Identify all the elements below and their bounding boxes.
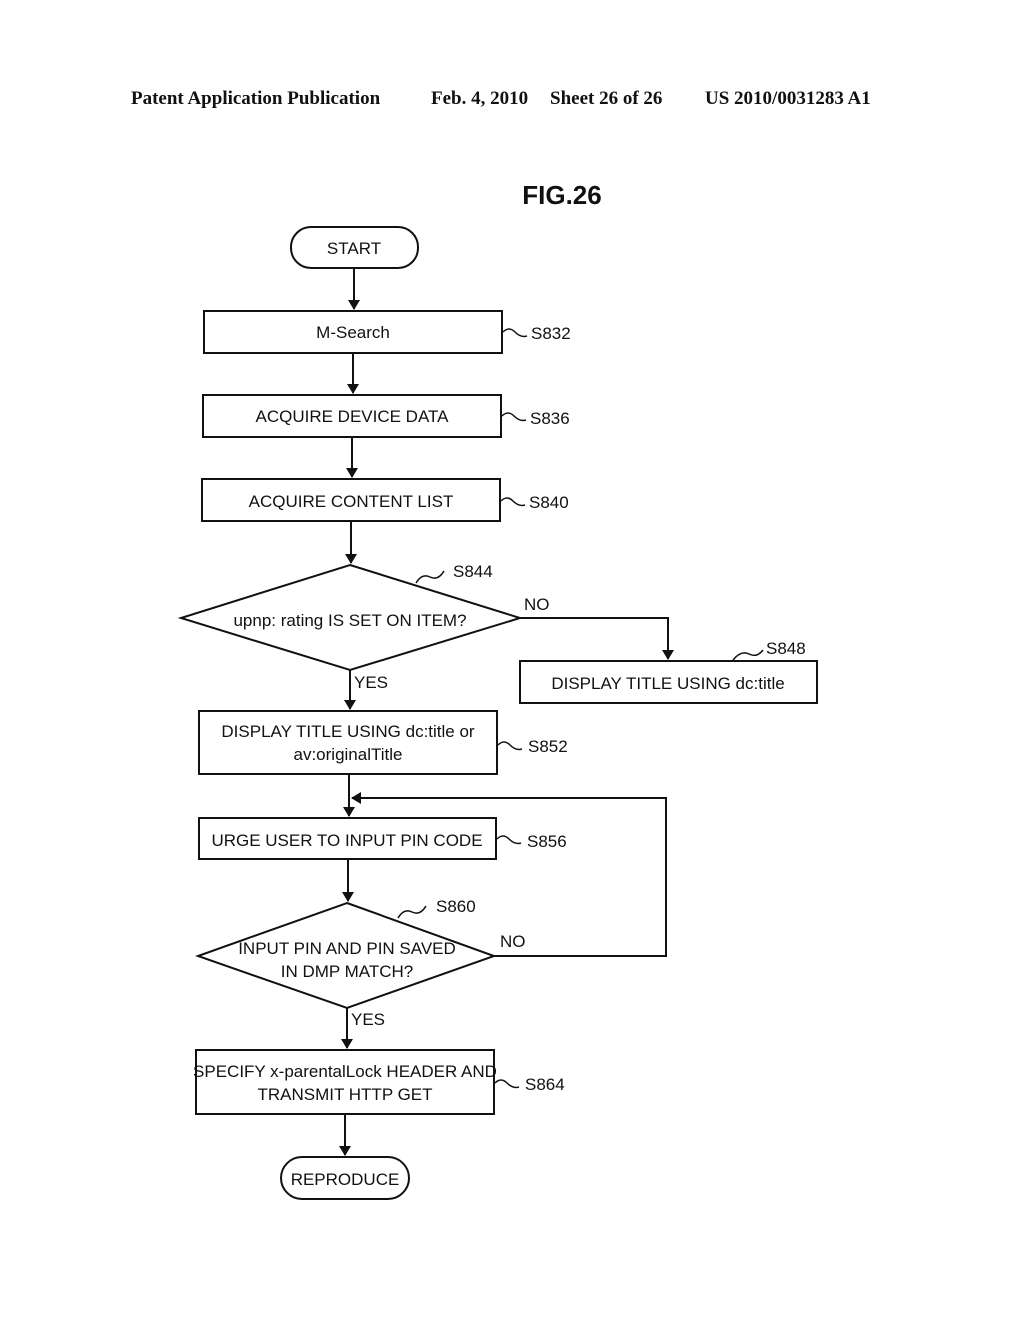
step-s832: M-Search S832 <box>203 310 571 354</box>
step-leader <box>732 649 764 661</box>
step-text: ACQUIRE DEVICE DATA <box>255 407 449 426</box>
no-label: NO <box>524 595 550 614</box>
step-text: ACQUIRE CONTENT LIST <box>249 492 454 511</box>
step-text: DISPLAY TITLE USING dc:title or <box>221 722 475 741</box>
no-label: NO <box>500 932 526 951</box>
decision-s860: INPUT PIN AND PIN SAVED IN DMP MATCH? S8… <box>194 897 526 1029</box>
step-leader <box>397 905 427 919</box>
step-id: S832 <box>531 324 571 343</box>
end-terminal: REPRODUCE <box>280 1156 410 1200</box>
step-leader <box>500 497 526 507</box>
step-id: S836 <box>530 409 570 428</box>
step-leader <box>496 835 522 845</box>
yes-label: YES <box>351 1010 385 1029</box>
step-s852: DISPLAY TITLE USING dc:title or av:origi… <box>198 710 568 775</box>
step-s856: URGE USER TO INPUT PIN CODE S856 <box>198 817 567 860</box>
step-id: S844 <box>453 562 493 581</box>
step-leader <box>497 741 523 751</box>
step-id: S856 <box>527 832 567 851</box>
step-leader <box>415 570 445 584</box>
step-s840: ACQUIRE CONTENT LIST S840 <box>201 478 569 522</box>
step-text: av:originalTitle <box>294 745 403 764</box>
step-leader <box>501 412 527 422</box>
start-label: START <box>327 239 381 258</box>
decision-text: IN DMP MATCH? <box>281 962 414 981</box>
step-text: TRANSMIT HTTP GET <box>257 1085 432 1104</box>
step-id: S864 <box>525 1075 565 1094</box>
decision-s844: upnp: rating IS SET ON ITEM? S844 NO YES <box>177 562 550 692</box>
step-id: S848 <box>766 639 806 658</box>
step-id: S860 <box>436 897 476 916</box>
decision-text: INPUT PIN AND PIN SAVED <box>238 939 456 958</box>
decision-text: upnp: rating IS SET ON ITEM? <box>233 611 466 630</box>
end-label: REPRODUCE <box>291 1170 400 1189</box>
step-leader <box>502 328 528 338</box>
step-text: M-Search <box>316 323 390 342</box>
step-id: S840 <box>529 493 569 512</box>
step-s864: SPECIFY x-parentalLock HEADER AND TRANSM… <box>193 1049 565 1115</box>
step-text: URGE USER TO INPUT PIN CODE <box>211 831 482 850</box>
step-id: S852 <box>528 737 568 756</box>
flowchart: START M-Search S832 ACQUIRE DEVICE DATA … <box>177 226 818 1200</box>
step-s836: ACQUIRE DEVICE DATA S836 <box>202 394 570 438</box>
start-terminal: START <box>290 226 419 269</box>
arrow-no <box>520 617 674 660</box>
yes-label: YES <box>354 673 388 692</box>
step-leader <box>494 1079 520 1089</box>
step-text: DISPLAY TITLE USING dc:title <box>551 674 784 693</box>
step-text: SPECIFY x-parentalLock HEADER AND <box>193 1062 497 1081</box>
